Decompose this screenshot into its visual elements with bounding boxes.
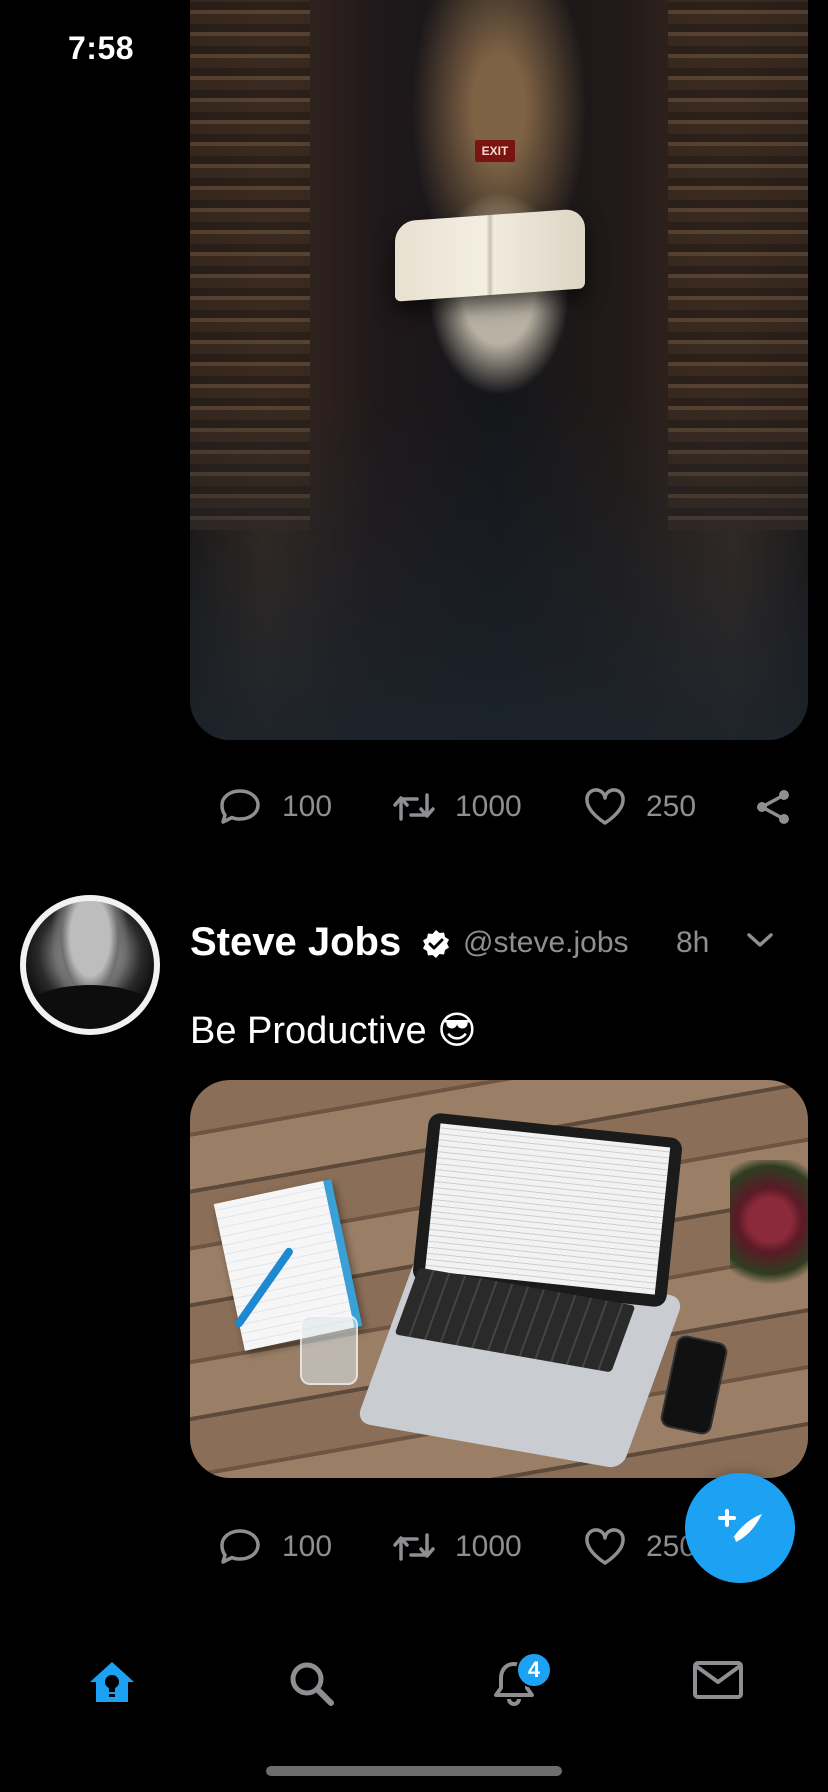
status-time: 7:58 (68, 30, 135, 66)
glass (300, 1315, 358, 1385)
share-icon (757, 790, 789, 824)
compose-feather-icon (718, 1509, 762, 1546)
home-indicator[interactable] (266, 1766, 562, 1776)
post-media-desk[interactable] (190, 1080, 808, 1478)
compose-tweet-button[interactable] (685, 1473, 795, 1583)
comment-button[interactable]: 100 (218, 1527, 332, 1567)
post-media-library[interactable]: EXIT (190, 0, 808, 740)
retweet-count: 1000 (455, 1530, 522, 1563)
notifications-badge: 4 (516, 1652, 552, 1688)
tab-bar (0, 1620, 828, 1740)
like-count: 250 (646, 790, 697, 823)
comment-count: 100 (282, 1530, 333, 1563)
comment-icon (220, 1529, 260, 1564)
retweet-button[interactable]: 1000 (393, 789, 522, 825)
chevron-down-icon[interactable] (746, 930, 774, 950)
avatar-border (20, 895, 160, 1035)
post1-actions: 100 1000 250 (218, 785, 798, 829)
search-icon[interactable] (288, 1660, 336, 1706)
retweet-button[interactable]: 1000 (393, 1529, 522, 1565)
tweet-text: Be Productive 😎 (190, 1010, 477, 1052)
plant (730, 1160, 808, 1310)
comment-button[interactable]: 100 (218, 787, 332, 827)
media-shade (190, 393, 808, 740)
home-icon[interactable] (88, 1660, 136, 1704)
comment-count: 100 (282, 790, 333, 823)
like-button[interactable]: 250 (584, 788, 696, 826)
author-name[interactable]: Steve Jobs (190, 920, 401, 965)
phone (658, 1333, 730, 1437)
retweet-count: 1000 (455, 790, 522, 823)
author-handle[interactable]: @steve.jobs (463, 926, 629, 960)
like-button[interactable]: 250 (584, 1528, 696, 1566)
floating-book (395, 208, 585, 302)
share-button[interactable] (753, 787, 793, 827)
comment-icon (220, 789, 260, 824)
heart-icon (585, 788, 625, 825)
heart-icon (585, 1528, 625, 1565)
messages-envelope-icon[interactable] (692, 1660, 744, 1700)
post-time: 8h (676, 926, 710, 959)
exit-sign: EXIT (475, 140, 515, 162)
verified-badge-icon (423, 930, 449, 958)
retweet-icon (393, 1533, 435, 1561)
retweet-icon (393, 793, 435, 821)
